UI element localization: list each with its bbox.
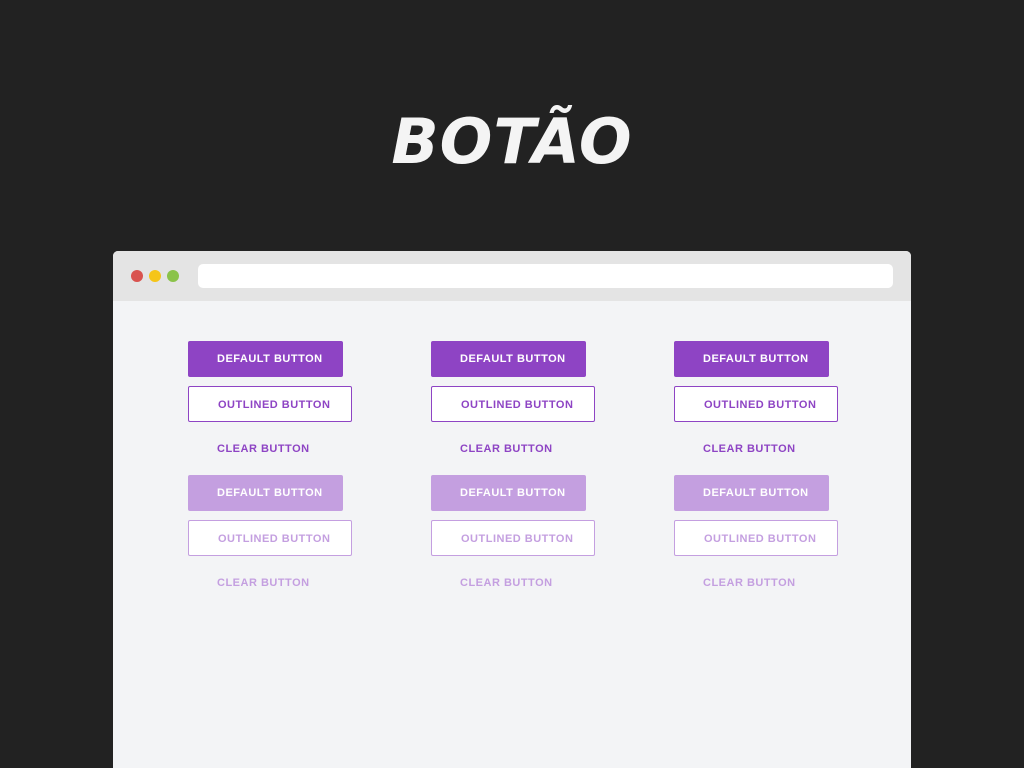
default-button-enabled[interactable]: DEFAULT BUTTON <box>431 341 586 377</box>
browser-titlebar <box>113 251 911 301</box>
clear-button-enabled[interactable]: CLEAR BUTTON <box>188 431 348 467</box>
minimize-dot-icon[interactable] <box>149 270 161 282</box>
default-button-disabled[interactable]: DEFAULT BUTTON <box>431 475 586 511</box>
page: BOTÃO DEFAULT BUTTON OUTLINED BUTTON CLEAR… <box>0 0 1024 768</box>
clear-button-disabled[interactable]: CLEAR BUTTON <box>188 565 348 601</box>
address-bar[interactable] <box>198 264 893 288</box>
outlined-button-disabled[interactable]: OUTLINED BUTTON <box>674 520 838 556</box>
clear-button-disabled[interactable]: CLEAR BUTTON <box>431 565 591 601</box>
outlined-button-disabled[interactable]: OUTLINED BUTTON <box>431 520 595 556</box>
clear-button-disabled[interactable]: CLEAR BUTTON <box>674 565 834 601</box>
outlined-button-disabled[interactable]: OUTLINED BUTTON <box>188 520 352 556</box>
maximize-dot-icon[interactable] <box>167 270 179 282</box>
default-button-enabled[interactable]: DEFAULT BUTTON <box>674 341 829 377</box>
outlined-button-enabled[interactable]: OUTLINED BUTTON <box>188 386 352 422</box>
clear-button-enabled[interactable]: CLEAR BUTTON <box>431 431 591 467</box>
outlined-button-enabled[interactable]: OUTLINED BUTTON <box>674 386 838 422</box>
close-dot-icon[interactable] <box>131 270 143 282</box>
default-button-disabled[interactable]: DEFAULT BUTTON <box>674 475 829 511</box>
default-button-enabled[interactable]: DEFAULT BUTTON <box>188 341 343 377</box>
outlined-button-enabled[interactable]: OUTLINED BUTTON <box>431 386 595 422</box>
browser-window: DEFAULT BUTTON OUTLINED BUTTON CLEAR BUTTO… <box>113 251 911 768</box>
clear-button-enabled[interactable]: CLEAR BUTTON <box>674 431 834 467</box>
hero-title: BOTÃO <box>391 105 633 178</box>
default-button-disabled[interactable]: DEFAULT BUTTON <box>188 475 343 511</box>
